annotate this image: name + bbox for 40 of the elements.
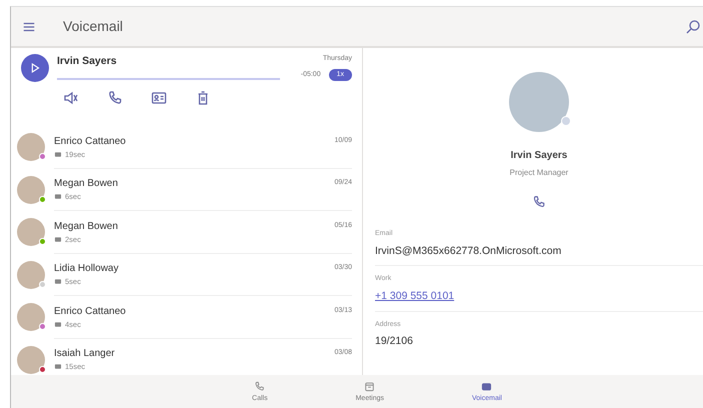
mute-button[interactable] [63,90,79,106]
search-button[interactable] [685,18,701,34]
call-button[interactable] [107,90,123,106]
speaker-muted-icon [63,90,79,106]
call-button[interactable] [532,195,546,209]
caller-name: Enrico Cattaneo [54,304,126,319]
avatar-photo-placeholder [17,176,45,204]
avatar-photo-placeholder [17,346,45,374]
caller-name: Megan Bowen [54,220,118,234]
contact-role: Project Manager [510,167,568,179]
caller-name: Megan Bowen [54,177,118,192]
phone-icon [532,195,546,209]
phone-link[interactable]: +1 309 555 0101 [375,288,703,304]
caller-name: Enrico Cattaneo [54,134,126,149]
contact-card-icon [151,90,167,106]
search-icon [685,18,701,34]
header-title: Voicemail [63,17,123,36]
avatar-photo-placeholder [17,218,45,246]
voicemail-icon [54,363,62,370]
caller-name: Lidia Holloway [54,262,118,276]
voicemail-icon [481,381,492,392]
calls-icon [254,381,266,392]
avatar-photo-placeholder [17,303,45,332]
avatar-photo-placeholder [17,260,45,289]
voicemail-icon [54,320,62,328]
voicemail-icon [54,193,62,200]
caller-name: Isaiah Langer [54,347,115,362]
avatar-photo-placeholder [17,133,45,162]
caller-name: Irvin Sayers [57,54,118,69]
voicemail-icon [54,236,62,243]
contact-card-button[interactable] [151,90,167,106]
voicemail-icon [54,150,62,158]
phone-icon [107,90,123,106]
voicemail-icon [54,278,62,286]
progress-track[interactable] [57,78,280,80]
contact-name: Irvin Sayers [510,149,568,163]
field-value: 19/2106 [375,334,414,349]
play-button[interactable] [21,54,49,82]
meetings-icon [364,381,376,392]
field-value: IrvinS@M365x662778.OnMicrosoft.com [375,244,562,258]
